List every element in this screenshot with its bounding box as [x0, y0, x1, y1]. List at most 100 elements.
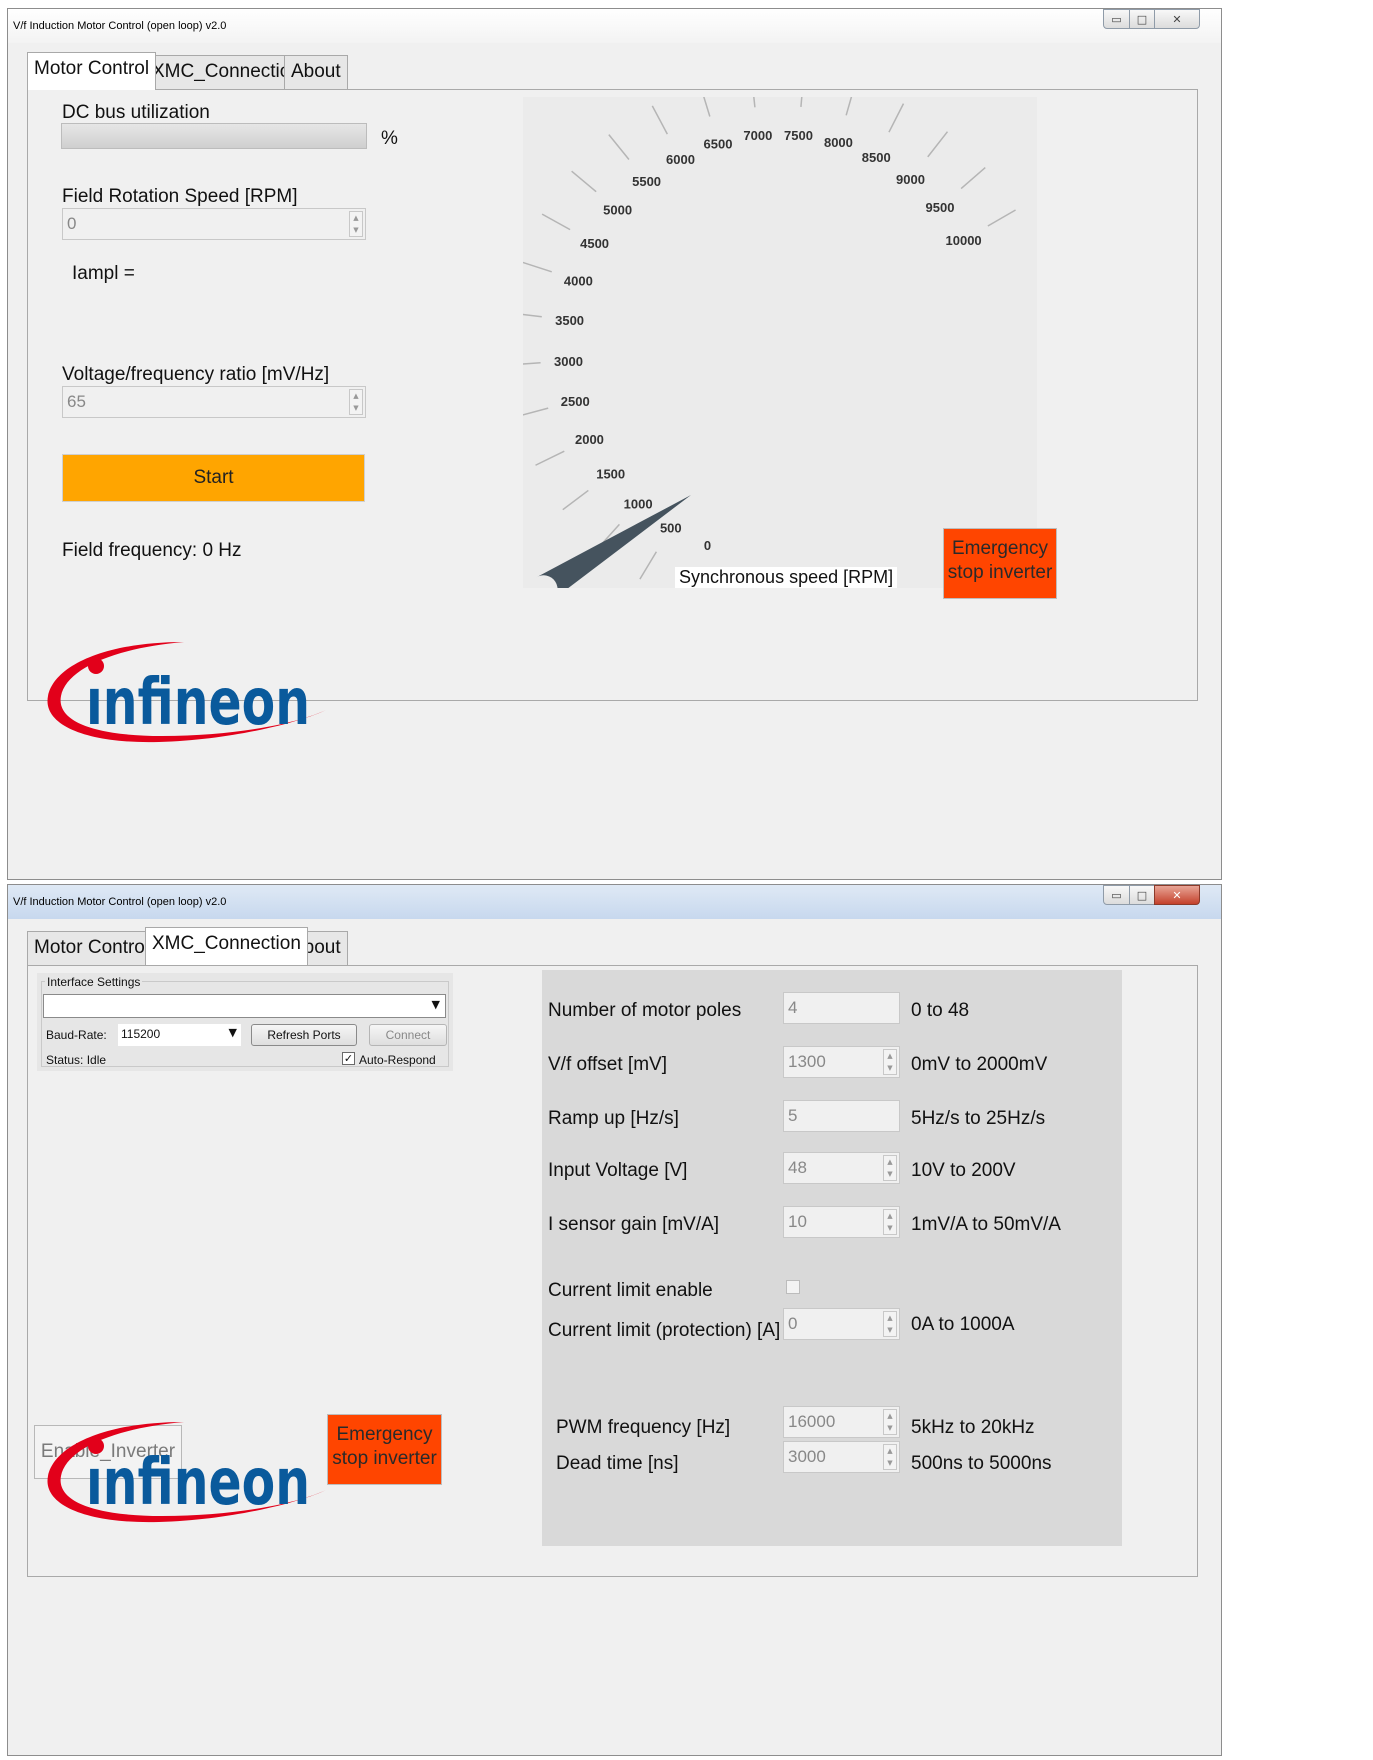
speed-gauge: 0 500 1000 1500 2000 2500 3000 3500 4000 4500 5000…: [508, 74, 1037, 602]
tab-about[interactable]: About: [284, 55, 348, 89]
dc-bus-unit: %: [381, 128, 398, 149]
param-value: 1300: [788, 1052, 826, 1071]
gauge-dial: 0 500 1000 1500 2000 2500 3000 3500 4000 4500 5000…: [508, 74, 1016, 602]
gauge-tick: [562, 489, 589, 511]
tab-motor-control[interactable]: Motor Control: [27, 52, 157, 90]
current-limit-label: Current limit (protection) [A]: [548, 1320, 781, 1341]
field-rotation-label: Field Rotation Speed [RPM]: [62, 186, 298, 207]
interface-settings-title: Interface Settings: [45, 975, 143, 989]
param-range: 1mV/A to 50mV/A: [911, 1214, 1061, 1235]
status-text: Status: Idle: [46, 1053, 107, 1067]
gauge-tick-label: 7000: [743, 128, 772, 143]
gauge-tick: [535, 450, 565, 466]
spinner-arrows-icon[interactable]: ▲ ▼: [883, 1155, 897, 1181]
spinner-arrows-icon[interactable]: ▲ ▼: [883, 1311, 897, 1337]
tab-xmc-connection[interactable]: XMC_Connection: [145, 927, 308, 965]
gauge-tick-label: 5500: [632, 174, 661, 189]
auto-respond-checkbox[interactable]: ✓: [342, 1052, 355, 1065]
gauge-tick-label: 1500: [596, 467, 625, 482]
spinner-arrows-icon[interactable]: ▲ ▼: [883, 1444, 897, 1470]
tab-motor-control[interactable]: Motor Control: [27, 931, 157, 965]
param-input[interactable]: 4: [783, 992, 900, 1024]
chevron-down-icon[interactable]: ▼: [432, 998, 440, 1011]
vf-ratio-value: 65: [67, 392, 86, 411]
pwm-frequency-label: PWM frequency [Hz]: [556, 1417, 731, 1438]
pwm-frequency-range: 5kHz to 20kHz: [911, 1417, 1035, 1438]
baud-rate-select[interactable]: 115200 ▼: [118, 1024, 241, 1046]
emergency-line-2: stop inverter: [947, 562, 1053, 583]
iampl-label: Iampl =: [72, 263, 135, 284]
spinner-arrows-icon[interactable]: ▲ ▼: [883, 1049, 897, 1075]
start-button[interactable]: Start: [62, 454, 365, 502]
current-limit-value: 0: [788, 1314, 798, 1333]
gauge-tick: [987, 209, 1016, 227]
refresh-ports-button[interactable]: Refresh Ports: [251, 1024, 357, 1046]
dead-time-range: 500ns to 5000ns: [911, 1453, 1052, 1474]
pwm-frequency-input[interactable]: 16000 ▲ ▼: [783, 1406, 900, 1438]
emergency-stop-button[interactable]: Emergency stop inverter: [327, 1414, 442, 1485]
param-input[interactable]: 48 ▲ ▼: [783, 1152, 900, 1184]
infineon-logo: ınfineon: [47, 1422, 327, 1523]
close-button[interactable]: ✕: [1154, 885, 1200, 905]
gauge-tick-label: 4500: [580, 236, 609, 251]
maximize-button[interactable]: □: [1129, 9, 1155, 29]
current-limit-range: 0A to 1000A: [911, 1314, 1015, 1335]
field-rotation-speed-input[interactable]: 0 ▲ ▼: [62, 208, 366, 240]
gauge-tick: [699, 85, 711, 117]
gauge-tick: [800, 74, 805, 107]
infineon-logo: ınfineon: [47, 642, 327, 743]
spinner-arrows-icon[interactable]: ▲ ▼: [883, 1409, 897, 1435]
current-limit-enable-checkbox[interactable]: [786, 1280, 800, 1294]
dead-time-label: Dead time [ns]: [556, 1453, 679, 1474]
gauge-tick-label: 8500: [862, 150, 891, 165]
field-rotation-value: 0: [67, 214, 77, 233]
param-input[interactable]: 10 ▲ ▼: [783, 1206, 900, 1238]
param-label: V/f offset [mV]: [548, 1054, 667, 1075]
chevron-down-icon[interactable]: ▼: [229, 1026, 237, 1039]
gauge-tick: [927, 131, 949, 158]
gauge-tick-label: 3000: [554, 354, 583, 369]
param-input[interactable]: 5: [783, 1100, 900, 1132]
close-button[interactable]: ✕: [1154, 9, 1200, 29]
gauge-tick: [960, 166, 986, 190]
gauge-tick: [639, 551, 658, 580]
connect-button[interactable]: Connect: [369, 1024, 447, 1046]
maximize-button[interactable]: □: [1129, 885, 1155, 905]
interface-settings-group: Interface Settings ▼ Baud-Rate: 115200 ▼…: [37, 973, 453, 1071]
dead-time-input[interactable]: 3000 ▲ ▼: [783, 1441, 900, 1473]
spinner-arrows-icon[interactable]: ▲ ▼: [349, 211, 363, 237]
gauge-tick: [517, 407, 549, 418]
param-value: 48: [788, 1158, 807, 1177]
current-limit-input[interactable]: 0 ▲ ▼: [783, 1308, 900, 1340]
param-input[interactable]: 1300 ▲ ▼: [783, 1046, 900, 1078]
gauge-tick-label: 7500: [784, 128, 813, 143]
port-select[interactable]: ▼: [43, 994, 446, 1018]
gauge-tick: [608, 134, 630, 160]
gauge-tick: [845, 84, 856, 116]
window-title: V/f Induction Motor Control (open loop) …: [13, 896, 227, 908]
gauge-needle: [536, 495, 691, 602]
param-range: 10V to 200V: [911, 1160, 1016, 1181]
emergency-line-1: Emergency: [336, 1424, 433, 1445]
gauge-tick: [508, 361, 541, 366]
param-range: 0mV to 2000mV: [911, 1054, 1048, 1075]
minimize-button[interactable]: ▭: [1103, 885, 1130, 905]
svg-text:ınfineon: ınfineon: [86, 1446, 310, 1520]
emergency-line-2: stop inverter: [332, 1448, 437, 1469]
emergency-stop-button[interactable]: Emergency stop inverter: [943, 528, 1057, 599]
motor-parameters-panel: Number of motor poles 4 0 to 48 V/f offset …: [542, 970, 1122, 1546]
gauge-tick-label: 10000: [946, 233, 982, 248]
spinner-arrows-icon[interactable]: ▲ ▼: [883, 1209, 897, 1235]
minimize-button[interactable]: ▭: [1103, 9, 1130, 29]
gauge-tick-label: 500: [660, 521, 682, 536]
vf-ratio-input[interactable]: 65 ▲ ▼: [62, 386, 366, 418]
gauge-tick: [521, 261, 552, 273]
dc-bus-progress: [61, 123, 367, 149]
gauge-tick-label: 9000: [896, 172, 925, 187]
gauge-tick-label: 5000: [603, 203, 632, 218]
spinner-arrows-icon[interactable]: ▲ ▼: [349, 389, 363, 415]
gauge-tick: [509, 312, 542, 318]
gauge-tick: [541, 213, 571, 231]
gauge-tick: [651, 105, 668, 135]
window-title: V/f Induction Motor Control (open loop) …: [13, 20, 227, 32]
